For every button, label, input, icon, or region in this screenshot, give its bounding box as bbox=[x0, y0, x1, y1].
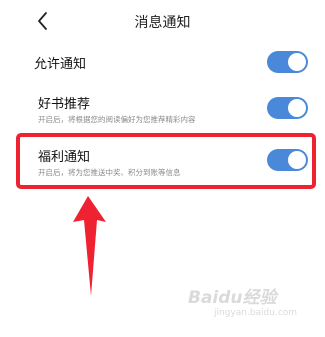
watermark-url: jingyan.baidu.com bbox=[214, 308, 298, 318]
baidu-jingyan-watermark: Baidu经验 jingyan.baidu.com bbox=[188, 283, 318, 333]
watermark-logo: Baidu经验 bbox=[188, 288, 277, 308]
notification-settings-screen: 消息通知 允许通知 好书推荐 开启后，将根据您的阅读偏好为您推荐精彩内容 福利通… bbox=[0, 0, 325, 337]
